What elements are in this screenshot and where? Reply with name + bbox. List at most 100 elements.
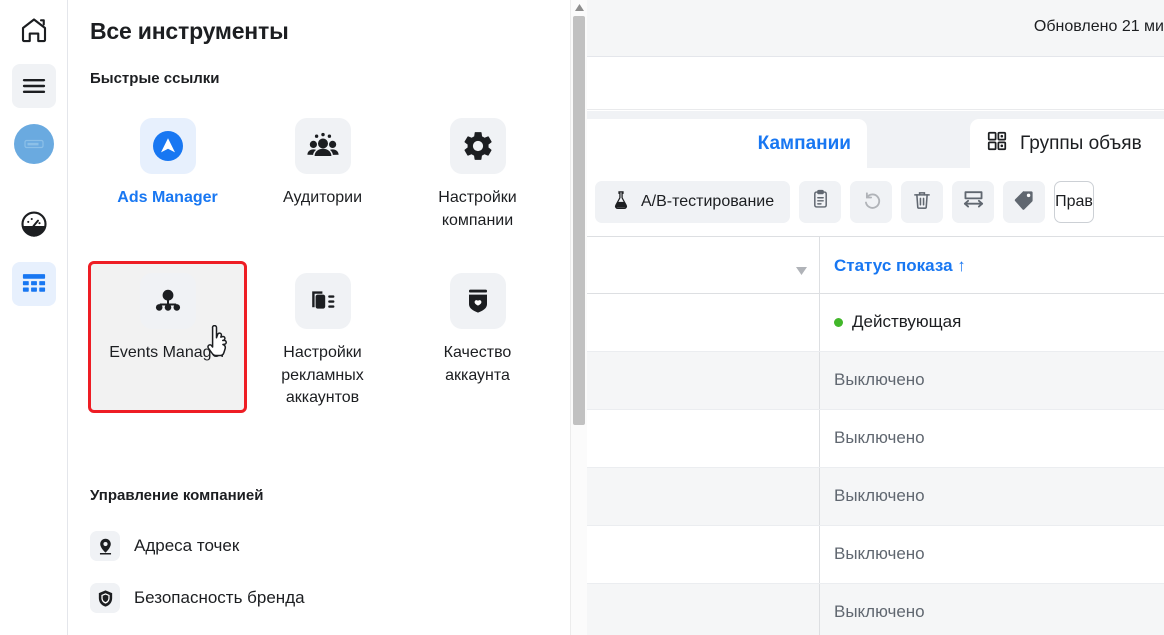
undo-button[interactable] <box>850 181 893 223</box>
manage-item-label: Адреса точек <box>134 536 240 555</box>
table-row[interactable]: Выключено <box>587 352 1164 410</box>
manage-item-partial[interactable] <box>90 624 530 635</box>
manage-business-list: Адреса точек Безопасность бренда <box>90 520 530 635</box>
location-pin-icon <box>90 531 120 561</box>
grid-2x2-icon <box>986 130 1008 157</box>
status-badge: Выключено <box>834 486 925 506</box>
row-status-cell: Выключено <box>820 352 1164 409</box>
row-status-cell: Действующая <box>820 294 1164 351</box>
row-name-cell <box>587 352 820 409</box>
flask-icon <box>611 190 631 215</box>
ab-test-label: A/B-тестирование <box>641 193 775 210</box>
ads-topbar: Обновлено 21 ми <box>587 0 1164 57</box>
rail-item-avatar[interactable] <box>12 122 56 166</box>
status-dot-active-icon <box>834 317 843 327</box>
tab-label: Кампании <box>757 132 851 154</box>
rules-label: Прав <box>1055 193 1093 210</box>
quicklink-tile-audiences[interactable]: Аудитории <box>245 108 400 263</box>
table-row[interactable]: Выключено <box>587 584 1164 635</box>
quicklink-label: Ads Manager <box>117 189 218 206</box>
manage-business-heading: Управление компанией <box>90 487 264 504</box>
speedometer-icon <box>19 209 49 239</box>
rail-item-table[interactable] <box>11 262 56 306</box>
rail-item-menu[interactable] <box>11 64 56 108</box>
icon-rail <box>0 0 68 635</box>
table-row[interactable]: Выключено <box>587 526 1164 584</box>
home-icon <box>19 15 49 45</box>
row-status-cell: Выключено <box>820 584 1164 635</box>
ab-split-button[interactable] <box>952 181 995 223</box>
hamburger-menu-icon <box>20 72 48 100</box>
tab-ad-sets[interactable]: Группы объяв <box>970 119 1164 168</box>
status-badge: Выключено <box>834 544 925 564</box>
scrollbar-up-arrow-icon[interactable] <box>571 0 587 15</box>
tab-campaigns[interactable]: Кампании <box>587 119 867 168</box>
campaigns-table: Статус показа ↑ Действующая Выключено Вы… <box>587 236 1164 635</box>
table-grid-icon <box>20 270 48 298</box>
status-badge: Действующая <box>834 312 961 332</box>
status-column-label: Статус показа ↑ <box>834 256 966 275</box>
delete-button[interactable] <box>901 181 944 223</box>
manage-item-brand-safety[interactable]: Безопасность бренда <box>90 572 530 624</box>
row-name-cell <box>587 526 820 583</box>
page-title: Все инструменты <box>90 18 289 44</box>
ads-manager-panel: Обновлено 21 ми Кампании Группы объяв A/… <box>587 0 1164 635</box>
row-name-cell <box>587 468 820 525</box>
rail-item-home[interactable] <box>12 8 56 52</box>
row-name-cell <box>587 294 820 351</box>
status-text: Выключено <box>834 370 925 389</box>
tag-icon <box>1013 189 1035 216</box>
duplicate-button[interactable] <box>799 181 842 223</box>
ab-test-button[interactable]: A/B-тестирование <box>595 181 791 223</box>
updated-timestamp: Обновлено 21 ми <box>1033 18 1164 35</box>
status-badge: Выключено <box>834 428 925 448</box>
row-name-cell <box>587 584 820 635</box>
row-status-cell: Выключено <box>820 526 1164 583</box>
row-status-cell: Выключено <box>820 410 1164 467</box>
table-col-name-header[interactable] <box>587 237 820 293</box>
tabs-strip: Кампании Группы объяв <box>587 111 1164 168</box>
audiences-people-icon <box>294 118 351 174</box>
panel-scrollbar[interactable] <box>570 0 587 635</box>
quicklink-tile-account-quality[interactable]: Качество аккаунта <box>400 263 555 418</box>
rail-item-performance[interactable] <box>12 202 56 246</box>
quicklinks-heading: Быстрые ссылки <box>90 70 220 87</box>
table-row[interactable]: Действующая <box>587 294 1164 352</box>
account-quality-shield-icon <box>449 273 506 329</box>
rules-button[interactable]: Прав <box>1054 181 1094 223</box>
avatar-circle-icon <box>13 123 55 165</box>
quicklink-tile-events-manager[interactable]: Events Manager <box>88 261 247 413</box>
status-text: Выключено <box>834 486 925 505</box>
scrollbar-thumb[interactable] <box>573 16 585 425</box>
status-text: Действующая <box>852 312 962 331</box>
quicklink-tile-ads-manager[interactable]: Ads Manager <box>90 108 245 263</box>
quicklink-label: Качество аккаунта <box>443 344 512 384</box>
table-col-status-header[interactable]: Статус показа ↑ <box>820 237 1164 293</box>
chevron-down-icon[interactable] <box>796 262 807 280</box>
quicklink-label: Аудитории <box>282 189 363 206</box>
shield-icon <box>90 583 120 613</box>
status-badge: Выключено <box>834 370 925 390</box>
ab-split-arrows-icon <box>962 188 985 216</box>
manage-item-locations[interactable]: Адреса точек <box>90 520 530 572</box>
gear-icon <box>449 118 506 174</box>
status-text: Выключено <box>834 428 925 447</box>
ads-toolbar: A/B-тестирование Прав <box>587 168 1164 236</box>
table-row[interactable]: Выключено <box>587 468 1164 526</box>
quicklink-label: Events Manager <box>109 344 226 361</box>
quicklink-label: Настройки рекламных аккаунтов <box>281 344 364 407</box>
row-name-cell <box>587 410 820 467</box>
status-badge: Выключено <box>834 602 925 622</box>
quicklink-tile-business-settings[interactable]: Настройки компании <box>400 108 555 263</box>
table-row[interactable]: Выключено <box>587 410 1164 468</box>
row-status-cell: Выключено <box>820 468 1164 525</box>
quicklink-tile-ad-account-settings[interactable]: Настройки рекламных аккаунтов <box>245 263 400 418</box>
manage-item-label: Безопасность бренда <box>134 588 305 607</box>
duplicate-clipboard-icon <box>810 189 831 215</box>
tab-label: Группы объяв <box>1020 132 1142 154</box>
tag-button[interactable] <box>1003 181 1046 223</box>
trash-icon <box>911 189 933 216</box>
undo-arrow-icon <box>860 188 883 216</box>
ads-manager-icon <box>139 118 196 174</box>
ad-accounts-settings-icon <box>294 273 351 329</box>
